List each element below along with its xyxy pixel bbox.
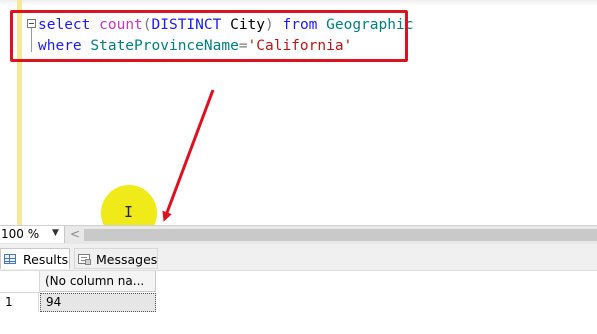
chevron-left-icon[interactable]: < [68,226,82,243]
sql-editor-window: select count(DISTINCT City) from Geograp… [0,0,597,334]
message-icon [78,254,91,265]
highlight-box [10,10,408,62]
zoom-value: 100 % [1,227,40,241]
tab-messages[interactable]: Messages [74,248,158,269]
horizontal-scrollbar[interactable] [84,229,597,241]
table-cell[interactable]: 94 [40,293,156,312]
zoom-select[interactable]: 100 % ▼ [0,226,65,243]
tab-results-label: Results [23,252,69,267]
results-grid[interactable]: (No column na... 1 94 [0,271,597,334]
ibeam-cursor-icon: I [124,203,134,221]
chevron-down-icon[interactable]: ▼ [52,225,59,242]
editor-status-bar: 100 % ▼ < [0,225,597,244]
results-tab-bar: Results Messages [0,244,597,271]
query-editor[interactable]: select count(DISTINCT City) from Geograp… [0,0,597,226]
tab-messages-label: Messages [96,252,158,267]
row-number[interactable]: 1 [0,293,39,312]
column-header[interactable]: (No column na... [40,271,156,292]
editor-top-edge [0,0,597,6]
tab-results[interactable]: Results [0,248,70,269]
grid-icon [4,254,16,264]
grid-corner-header[interactable] [0,271,40,293]
